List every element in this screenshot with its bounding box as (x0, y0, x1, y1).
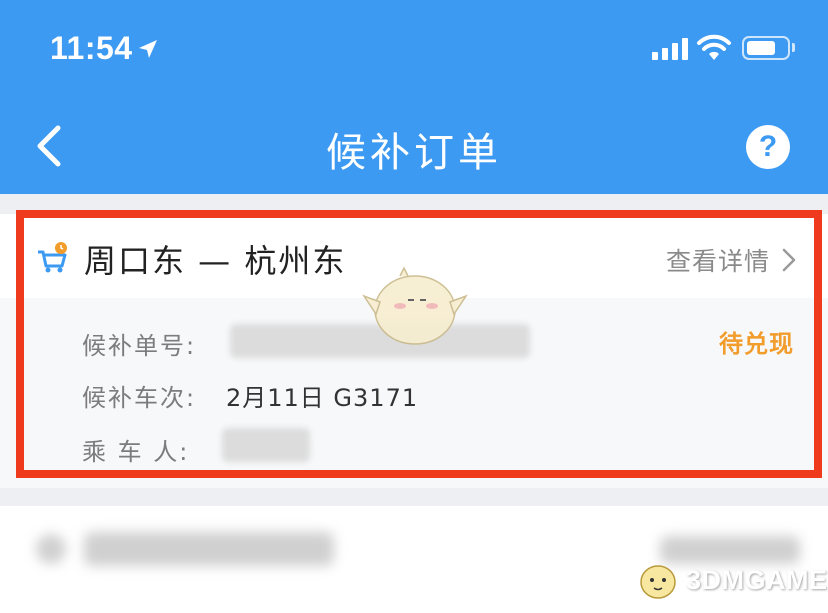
page-title: 候补订单 (326, 130, 502, 176)
watermark: 3DMGAME (636, 558, 828, 602)
wifi-icon (697, 34, 731, 60)
status-time: 11:54 (50, 30, 133, 66)
battery-icon (742, 36, 790, 60)
top-bar: 11:54 候补订单 ? (0, 0, 828, 194)
blurred-icon (36, 534, 66, 564)
cellular-signal-icon (652, 38, 688, 60)
battery-tip (792, 43, 795, 52)
location-arrow-icon (139, 40, 157, 58)
blurred-route (84, 532, 334, 566)
watermark-mascot-icon (640, 565, 676, 599)
help-button[interactable]: ? (746, 125, 790, 169)
watermark-text: 3DMGAME (686, 564, 828, 595)
status-bar: 11:54 (0, 0, 828, 90)
mascot-watermark-icon (362, 266, 468, 345)
